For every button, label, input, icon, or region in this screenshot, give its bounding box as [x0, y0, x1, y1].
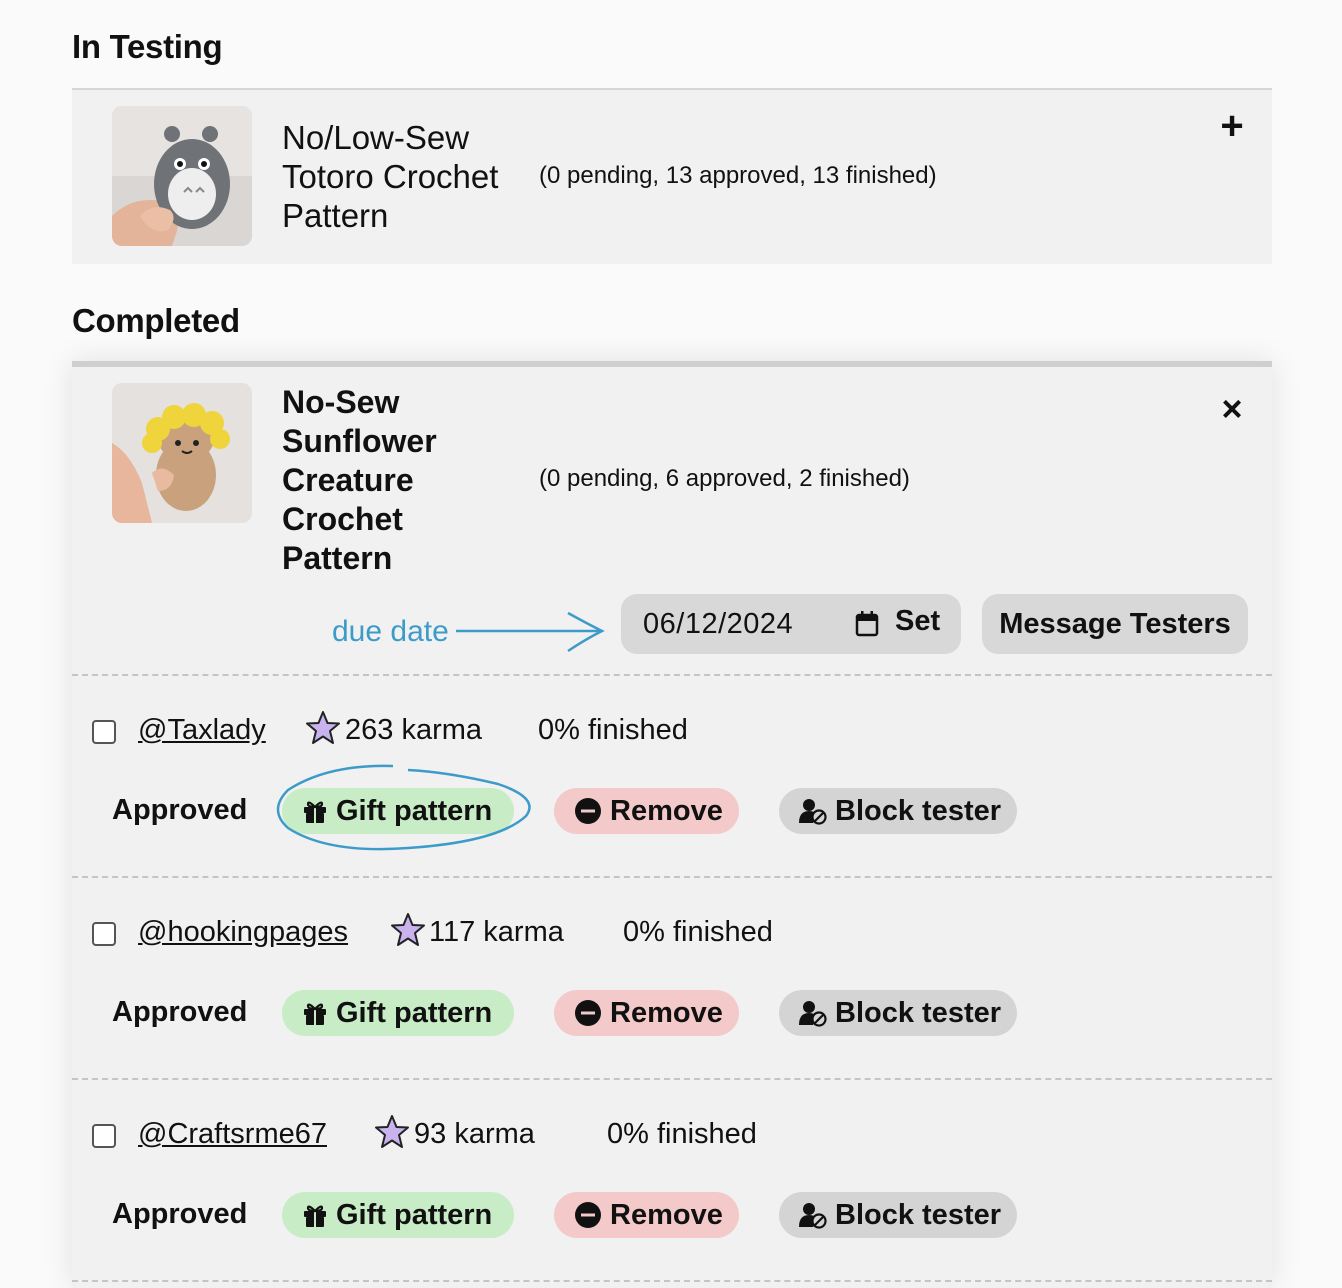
user-block-icon — [799, 999, 827, 1027]
karma-count: 263 karma — [345, 714, 483, 746]
minus-circle-icon — [574, 1201, 602, 1229]
pattern-thumbnail-totoro[interactable] — [112, 106, 252, 246]
remove-tester-button[interactable]: Remove — [554, 1192, 739, 1238]
set-due-date-button[interactable]: Set — [895, 605, 940, 638]
minus-circle-icon — [574, 797, 602, 825]
tester-checkbox[interactable] — [92, 922, 116, 946]
due-date-input[interactable] — [621, 594, 846, 654]
tester-handle-link[interactable]: @hookingpages — [138, 916, 348, 949]
gift-icon — [302, 798, 328, 824]
pattern-thumbnail-sunflower[interactable] — [112, 383, 252, 523]
message-testers-button[interactable]: Message Testers — [982, 594, 1248, 654]
block-tester-button[interactable]: Block tester — [779, 1192, 1017, 1238]
star-icon — [306, 711, 340, 744]
gift-icon — [302, 1000, 328, 1026]
user-block-icon — [799, 1201, 827, 1229]
tester-counts: (0 pending, 13 approved, 13 finished) — [539, 162, 937, 189]
block-tester-label: Block tester — [835, 996, 1002, 1029]
annotation-arrow-icon — [456, 611, 605, 653]
close-icon[interactable]: × — [1214, 391, 1250, 427]
karma-count: 93 karma — [414, 1118, 535, 1150]
tester-status: Approved — [112, 1198, 248, 1230]
block-tester-label: Block tester — [835, 1198, 1002, 1231]
tester-checkbox[interactable] — [92, 1124, 116, 1148]
tester-counts: (0 pending, 6 approved, 2 finished) — [539, 465, 910, 492]
user-block-icon — [799, 797, 827, 825]
tester-handle-link[interactable]: @Craftsrme67 — [138, 1118, 327, 1151]
block-tester-button[interactable]: Block tester — [779, 990, 1017, 1036]
star-icon — [375, 1115, 409, 1148]
completed-card: No-Sew Sunflower Creature Crochet Patter… — [72, 361, 1272, 1288]
tester-checkbox[interactable] — [92, 720, 116, 744]
finished-percent: 0% finished — [623, 916, 773, 948]
gift-pattern-label: Gift pattern — [336, 1198, 493, 1231]
pattern-title[interactable]: No-Sew Sunflower Creature Crochet Patter… — [282, 383, 502, 578]
remove-tester-button[interactable]: Remove — [554, 990, 739, 1036]
tester-handle-link[interactable]: @Taxlady — [138, 714, 266, 747]
remove-label: Remove — [610, 794, 723, 827]
gift-pattern-button[interactable]: Gift pattern — [282, 1192, 514, 1238]
remove-label: Remove — [610, 996, 723, 1029]
minus-circle-icon — [574, 999, 602, 1027]
block-tester-label: Block tester — [835, 794, 1002, 827]
gift-pattern-button[interactable]: Gift pattern — [282, 990, 514, 1036]
due-date-annotation: due date — [332, 615, 449, 648]
gift-icon — [302, 1202, 328, 1228]
gift-pattern-button[interactable]: Gift pattern — [282, 788, 514, 834]
gift-pattern-label: Gift pattern — [336, 996, 493, 1029]
due-date-control: Set — [621, 594, 961, 654]
star-icon — [391, 913, 425, 946]
calendar-icon[interactable] — [855, 611, 879, 637]
finished-percent: 0% finished — [538, 714, 688, 746]
block-tester-button[interactable]: Block tester — [779, 788, 1017, 834]
pattern-title[interactable]: No/Low-Sew Totoro Crochet Pattern — [282, 118, 522, 235]
gift-pattern-label: Gift pattern — [336, 794, 493, 827]
plus-icon[interactable]: + — [1214, 106, 1250, 146]
remove-label: Remove — [610, 1198, 723, 1231]
section-title-in-testing: In Testing — [72, 28, 223, 65]
tester-row: @Craftsrme67 93 karma 0% finished Approv… — [72, 1080, 1272, 1280]
section-title-completed: Completed — [72, 302, 240, 339]
karma-count: 117 karma — [429, 916, 564, 948]
remove-tester-button[interactable]: Remove — [554, 788, 739, 834]
tester-status: Approved — [112, 996, 248, 1028]
finished-percent: 0% finished — [607, 1118, 757, 1150]
tester-row: @Taxlady 263 karma 0% finished Approved … — [72, 676, 1272, 876]
in-testing-card: No/Low-Sew Totoro Crochet Pattern (0 pen… — [72, 88, 1272, 264]
tester-row: @hookingpages 117 karma 0% finished Appr… — [72, 878, 1272, 1078]
tester-status: Approved — [112, 794, 248, 826]
